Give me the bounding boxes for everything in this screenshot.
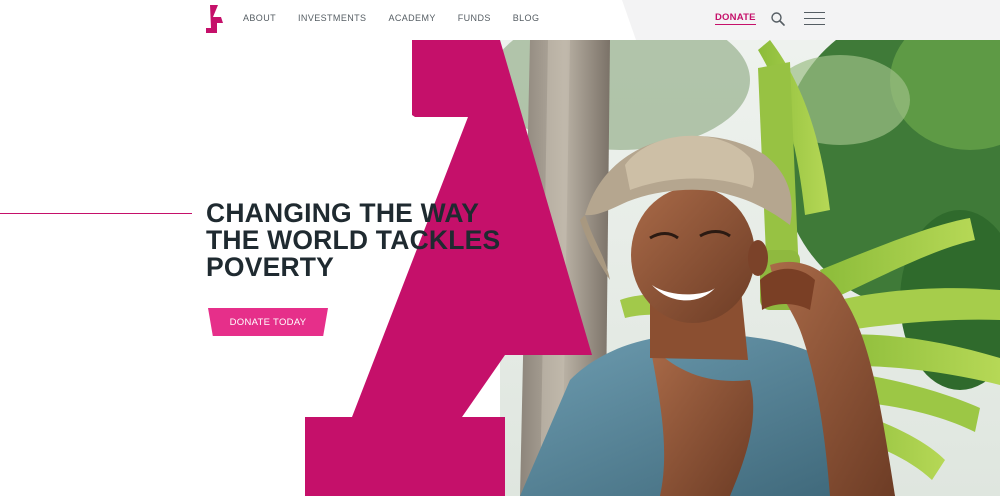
search-icon[interactable]: [770, 11, 786, 27]
nav-item-investments[interactable]: INVESTMENTS: [298, 13, 366, 23]
brand-logo-icon[interactable]: [204, 4, 226, 34]
donate-today-button[interactable]: DONATE TODAY: [208, 308, 328, 336]
headline-line-3: POVERTY: [206, 252, 335, 282]
hero-accent-line: [0, 213, 192, 214]
nav-item-academy[interactable]: ACADEMY: [388, 13, 435, 23]
headline-line-1: CHANGING THE WAY: [206, 198, 480, 228]
main-nav: ABOUT INVESTMENTS ACADEMY FUNDS BLOG: [243, 13, 539, 23]
hero-headline: CHANGING THE WAY THE WORLD TACKLES POVER…: [206, 200, 506, 281]
donate-link[interactable]: DONATE: [715, 12, 756, 25]
hero-photo-farmer-with-bananas: [500, 40, 1000, 496]
headline-line-2: THE WORLD TACKLES: [206, 225, 501, 255]
donate-today-label: DONATE TODAY: [229, 316, 307, 328]
nav-item-funds[interactable]: FUNDS: [458, 13, 491, 23]
nav-item-blog[interactable]: BLOG: [513, 13, 540, 23]
site-header: ABOUT INVESTMENTS ACADEMY FUNDS BLOG DON…: [0, 0, 1000, 40]
hamburger-menu-icon[interactable]: [804, 12, 825, 26]
nav-item-about[interactable]: ABOUT: [243, 13, 276, 23]
